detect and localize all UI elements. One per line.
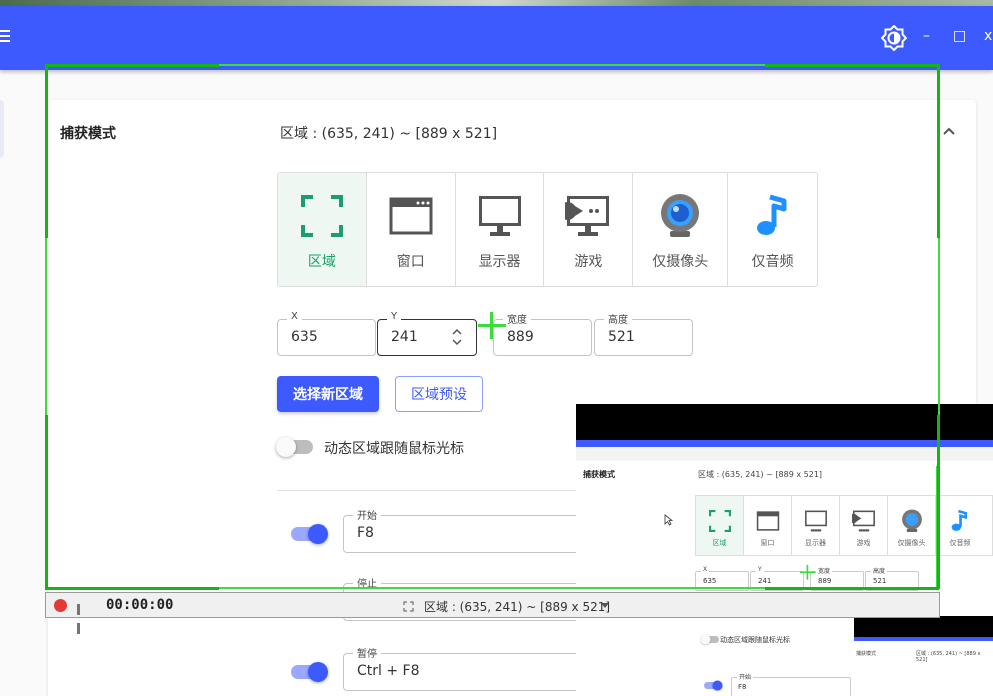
brightness-icon[interactable] (881, 25, 907, 51)
mode-audio[interactable]: 仅音频 (728, 173, 817, 286)
resize-handle-bottom-left[interactable] (45, 587, 219, 590)
region-y-field[interactable]: Y 241 (377, 311, 477, 356)
preview-hotkey-label: 开始 (737, 672, 754, 681)
preview-capture-frame (576, 466, 938, 589)
region-select-icon (300, 195, 343, 237)
mode-label: 游戏 (574, 254, 603, 270)
follow-mouse-toggle[interactable] (276, 437, 313, 457)
preview-black-band (576, 404, 993, 440)
follow-mouse-label: 动态区域跟随鼠标光标 (324, 441, 464, 457)
capture-preview: 捕获模式 区域 : (635, 241) ~ [889 x 521] 区域 窗口… (576, 404, 993, 696)
field-value: 889 (507, 329, 534, 345)
preview-nested-title: 捕获模式 (856, 651, 877, 657)
divider (277, 490, 577, 491)
music-note-icon (951, 509, 968, 531)
field-label: 宽度 (503, 311, 531, 326)
pause-hotkey-field[interactable]: 暂停 Ctrl + F8 (343, 645, 583, 691)
region-height-field[interactable]: 高度 521 (594, 311, 693, 356)
hamburger-menu-icon[interactable] (0, 30, 10, 44)
pause-hotkey-toggle[interactable] (291, 662, 328, 682)
resize-handle-top-right[interactable] (765, 64, 939, 67)
field-label: X (287, 311, 302, 322)
monitor-icon (478, 196, 521, 236)
preview-background (576, 447, 993, 461)
field-value: 241 (391, 329, 418, 345)
preview-switch-label: 动态区域跟随鼠标光标 (720, 636, 790, 644)
preview-mode: 仅音频 (936, 496, 984, 555)
mode-monitor[interactable]: 显示器 (456, 173, 545, 286)
mode-label: 仅摄像头 (652, 254, 709, 270)
dropdown-arrow-icon[interactable] (600, 602, 610, 610)
field-value: 635 (291, 329, 318, 345)
webcam-icon (661, 194, 700, 237)
resize-handle-bottom-right[interactable] (765, 587, 939, 590)
app-bar: – □ x (0, 6, 993, 70)
chevron-up-icon[interactable] (942, 124, 956, 138)
field-label: 开始 (353, 507, 381, 522)
window-icon (389, 197, 433, 235)
preview-toggle (700, 634, 719, 645)
field-label: Y (387, 311, 402, 322)
preview-hotkey-toggle (704, 680, 723, 691)
toolbar-region-text: 区域 : (635, 241) ~ [889 x 521] (424, 600, 611, 614)
mode-label: 仅音频 (751, 254, 794, 270)
maximize-button[interactable]: □ (953, 28, 966, 44)
mode-label: 显示器 (478, 254, 521, 270)
preview-nested-black-band (854, 616, 993, 637)
region-small-icon (403, 601, 414, 612)
music-note-icon (756, 194, 787, 235)
mode-region[interactable]: 区域 (278, 173, 367, 286)
resize-handle-left-top[interactable] (45, 64, 48, 238)
preview-hotkey-value: F8 (738, 683, 747, 691)
region-width-field[interactable]: 宽度 889 (493, 311, 592, 356)
preview-app-bar (576, 440, 993, 447)
resize-handle-right-bottom[interactable] (937, 415, 940, 589)
preview-nested-summary: 区域 : (635, 241) ~ [889 x 521] (916, 651, 981, 663)
capture-toolbar: 00:00:00 区域 : (635, 241) ~ [889 x 521] (45, 592, 940, 634)
field-label: 暂停 (353, 645, 381, 660)
recording-timer: 00:00:00 (106, 597, 174, 613)
start-hotkey-field[interactable]: 开始 F8 (343, 507, 583, 553)
mode-label: 区域 (307, 254, 336, 270)
field-value: Ctrl + F8 (357, 663, 420, 679)
close-button[interactable]: x (984, 28, 992, 44)
region-x-field[interactable]: X 635 (277, 311, 376, 356)
mode-webcam[interactable]: 仅摄像头 (633, 173, 729, 286)
field-label: 高度 (604, 311, 632, 326)
pause-icon[interactable] (77, 600, 87, 634)
section-title: 捕获模式 (60, 126, 116, 142)
region-presets-button[interactable]: 区域预设 (395, 376, 483, 412)
mode-game[interactable]: 游戏 (544, 173, 634, 286)
resize-handle-right-top[interactable] (937, 64, 940, 238)
resize-handle-left-bottom[interactable] (45, 415, 48, 589)
preview-mode-label: 仅音频 (949, 539, 971, 547)
field-value: F8 (357, 525, 374, 541)
spinner-arrows-icon[interactable] (452, 328, 462, 346)
field-label: 停止 (353, 575, 381, 590)
mode-label: 窗口 (396, 254, 425, 270)
preview-hotkey-field: 开始 F8 (731, 672, 851, 696)
record-icon[interactable] (54, 599, 67, 612)
preview-nested-app-bar (854, 637, 993, 641)
start-hotkey-toggle[interactable] (291, 524, 328, 544)
game-icon (565, 196, 610, 236)
mode-window[interactable]: 窗口 (367, 173, 456, 286)
minimize-button[interactable]: – (923, 28, 930, 44)
field-value: 521 (608, 329, 635, 345)
capture-mode-selector: 区域 窗口 显示器 游戏 仅摄像头 仅音频 (277, 172, 818, 287)
region-summary: 区域 : (635, 241) ~ [889 x 521] (280, 126, 498, 142)
nav-rail-active-indicator (0, 100, 4, 158)
select-new-region-button[interactable]: 选择新区域 (277, 376, 379, 412)
resize-handle-top-left[interactable] (45, 64, 219, 67)
